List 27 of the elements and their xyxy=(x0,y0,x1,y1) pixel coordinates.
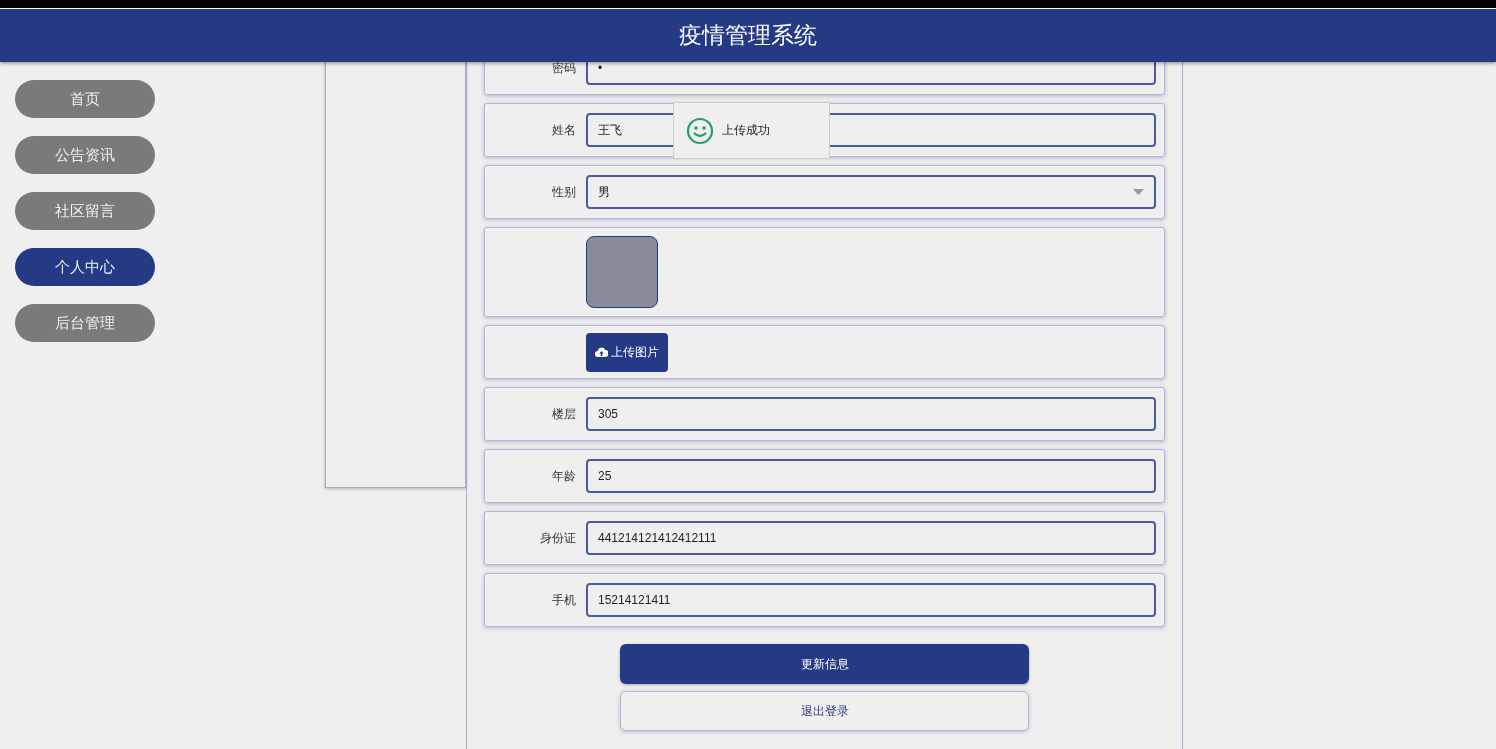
photo-placeholder xyxy=(586,236,658,308)
field-label: 身份证 xyxy=(539,529,576,547)
select-field[interactable]: 男 xyxy=(586,175,1156,209)
cloud-upload-icon xyxy=(595,347,608,357)
smiley-icon xyxy=(686,116,714,145)
input-field[interactable]: 25 xyxy=(586,459,1156,493)
nav-button[interactable]: 后台管理 xyxy=(15,304,155,342)
field-label: 姓名 xyxy=(551,121,576,139)
field-label: 手机 xyxy=(551,591,576,609)
logout-button[interactable]: 退出登录 xyxy=(620,691,1029,731)
input-field[interactable]: 441214121412412111 xyxy=(586,521,1156,555)
field-label: 楼层 xyxy=(551,405,576,423)
page-title: 疫情管理系统 xyxy=(679,21,817,50)
update-button[interactable]: 更新信息 xyxy=(620,644,1029,684)
nav-button[interactable]: 公告资讯 xyxy=(15,136,155,174)
toast-text: 上传成功 xyxy=(722,122,770,139)
field-label: 密码 xyxy=(551,62,576,77)
caret-icon xyxy=(1133,189,1144,195)
nav-button[interactable]: 个人中心 xyxy=(15,248,155,286)
field-label: 性别 xyxy=(551,183,576,201)
input-field[interactable]: 15214121411 xyxy=(586,583,1156,617)
input-field[interactable]: 305 xyxy=(586,397,1156,431)
input-field[interactable]: • xyxy=(586,62,1156,85)
nav-button[interactable]: 首页 xyxy=(15,80,155,118)
field-label: 年龄 xyxy=(551,467,576,485)
upload-button[interactable]: 上传图片 xyxy=(586,332,668,372)
nav-button[interactable]: 社区留言 xyxy=(15,192,155,230)
